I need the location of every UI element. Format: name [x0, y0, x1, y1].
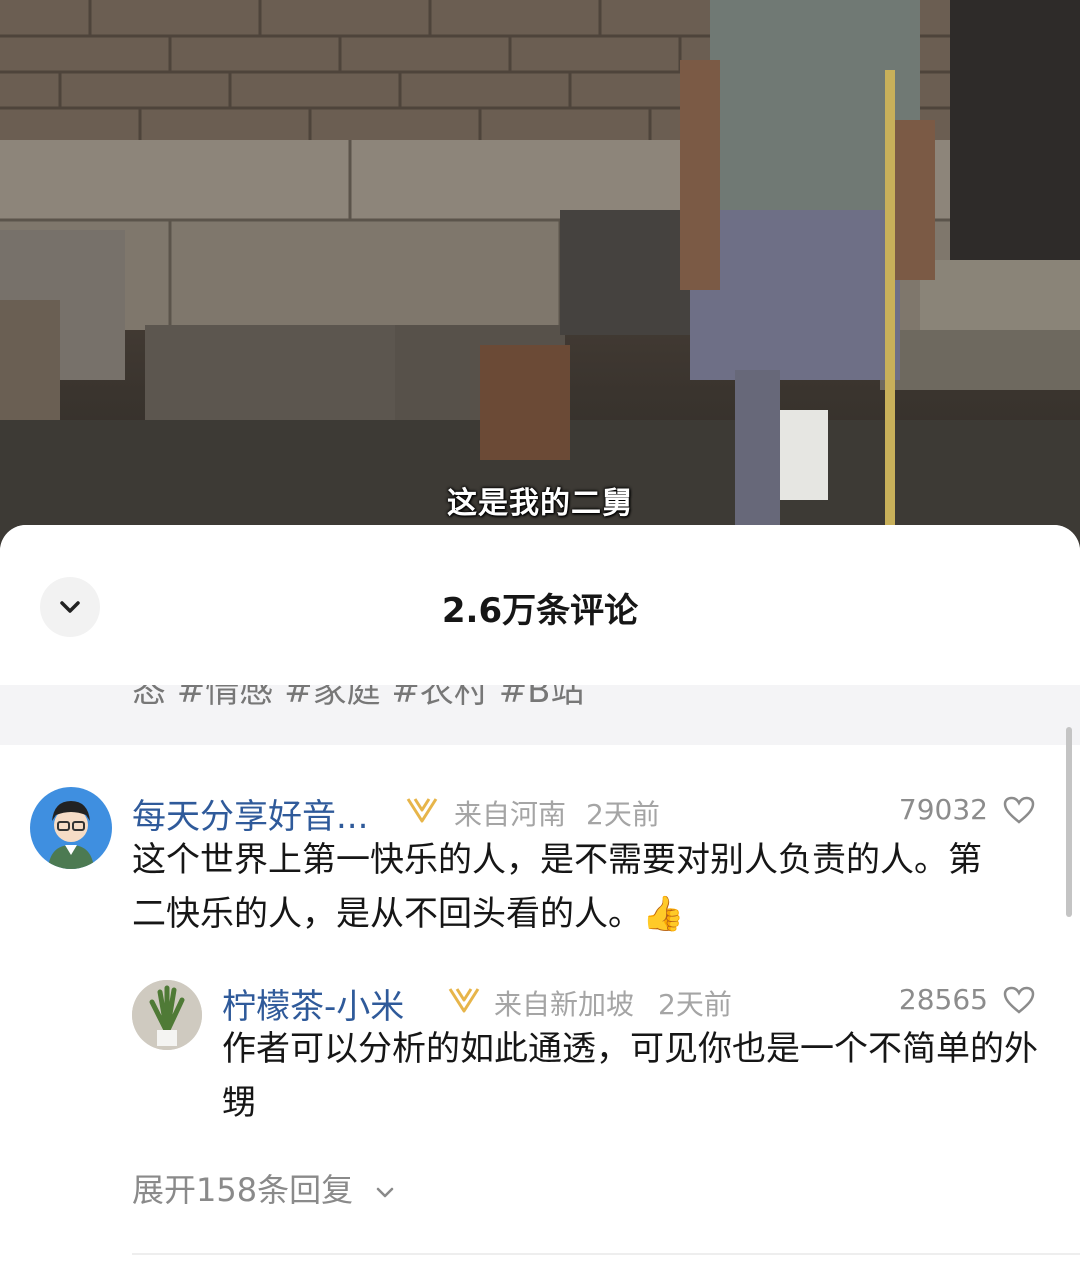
avatar[interactable]	[30, 787, 112, 869]
reply-like-count: 28565	[898, 983, 988, 1016]
vip-badge-icon	[406, 798, 438, 823]
reply-avatar[interactable]	[132, 980, 202, 1050]
comment-location: 来自河南	[454, 798, 567, 831]
vip-badge-icon	[448, 988, 480, 1013]
comment-sheet: 态 #情感 #家庭 #农村 #B站 2.6万条评论 每天分享好音... 来自河南…	[0, 525, 1080, 1276]
thumbs-up-icon: 👍	[642, 894, 685, 934]
comment-time: 2天前	[586, 798, 660, 831]
heart-icon[interactable]	[1002, 985, 1036, 1015]
reply-text: 作者可以分析的如此通透，可见你也是一个不简单的外甥	[222, 1029, 1038, 1123]
comment-username[interactable]: 每天分享好音...	[132, 789, 368, 838]
comment-text-body: 这个世界上第一快乐的人，是不需要对别人负责的人。第二快乐的人，是从不回头看的人。	[132, 840, 982, 934]
expand-replies-button[interactable]: 展开158条回复	[132, 1165, 397, 1211]
comment-item: 每天分享好音... 来自河南 2天前 79032 这个世界上第一快乐的人，是不需…	[0, 525, 1080, 1276]
comment-text: 这个世界上第一快乐的人，是不需要对别人负责的人。第二快乐的人，是从不回头看的人。…	[132, 833, 1002, 941]
heart-icon[interactable]	[1002, 795, 1036, 825]
expand-replies-label: 展开158条回复	[132, 1171, 354, 1209]
reply-username[interactable]: 柠檬茶-小米	[222, 979, 404, 1028]
video-frame-image	[0, 0, 1080, 560]
chevron-down-icon	[377, 1187, 394, 1198]
comment-like-count: 79032	[898, 793, 988, 826]
video-subtitle: 这是我的二舅	[447, 486, 633, 521]
reply-time: 2天前	[658, 988, 732, 1021]
reply-location: 来自新加坡	[494, 988, 635, 1021]
divider	[132, 1253, 1080, 1255]
video-player[interactable]: 这是我的二舅	[0, 0, 1080, 560]
